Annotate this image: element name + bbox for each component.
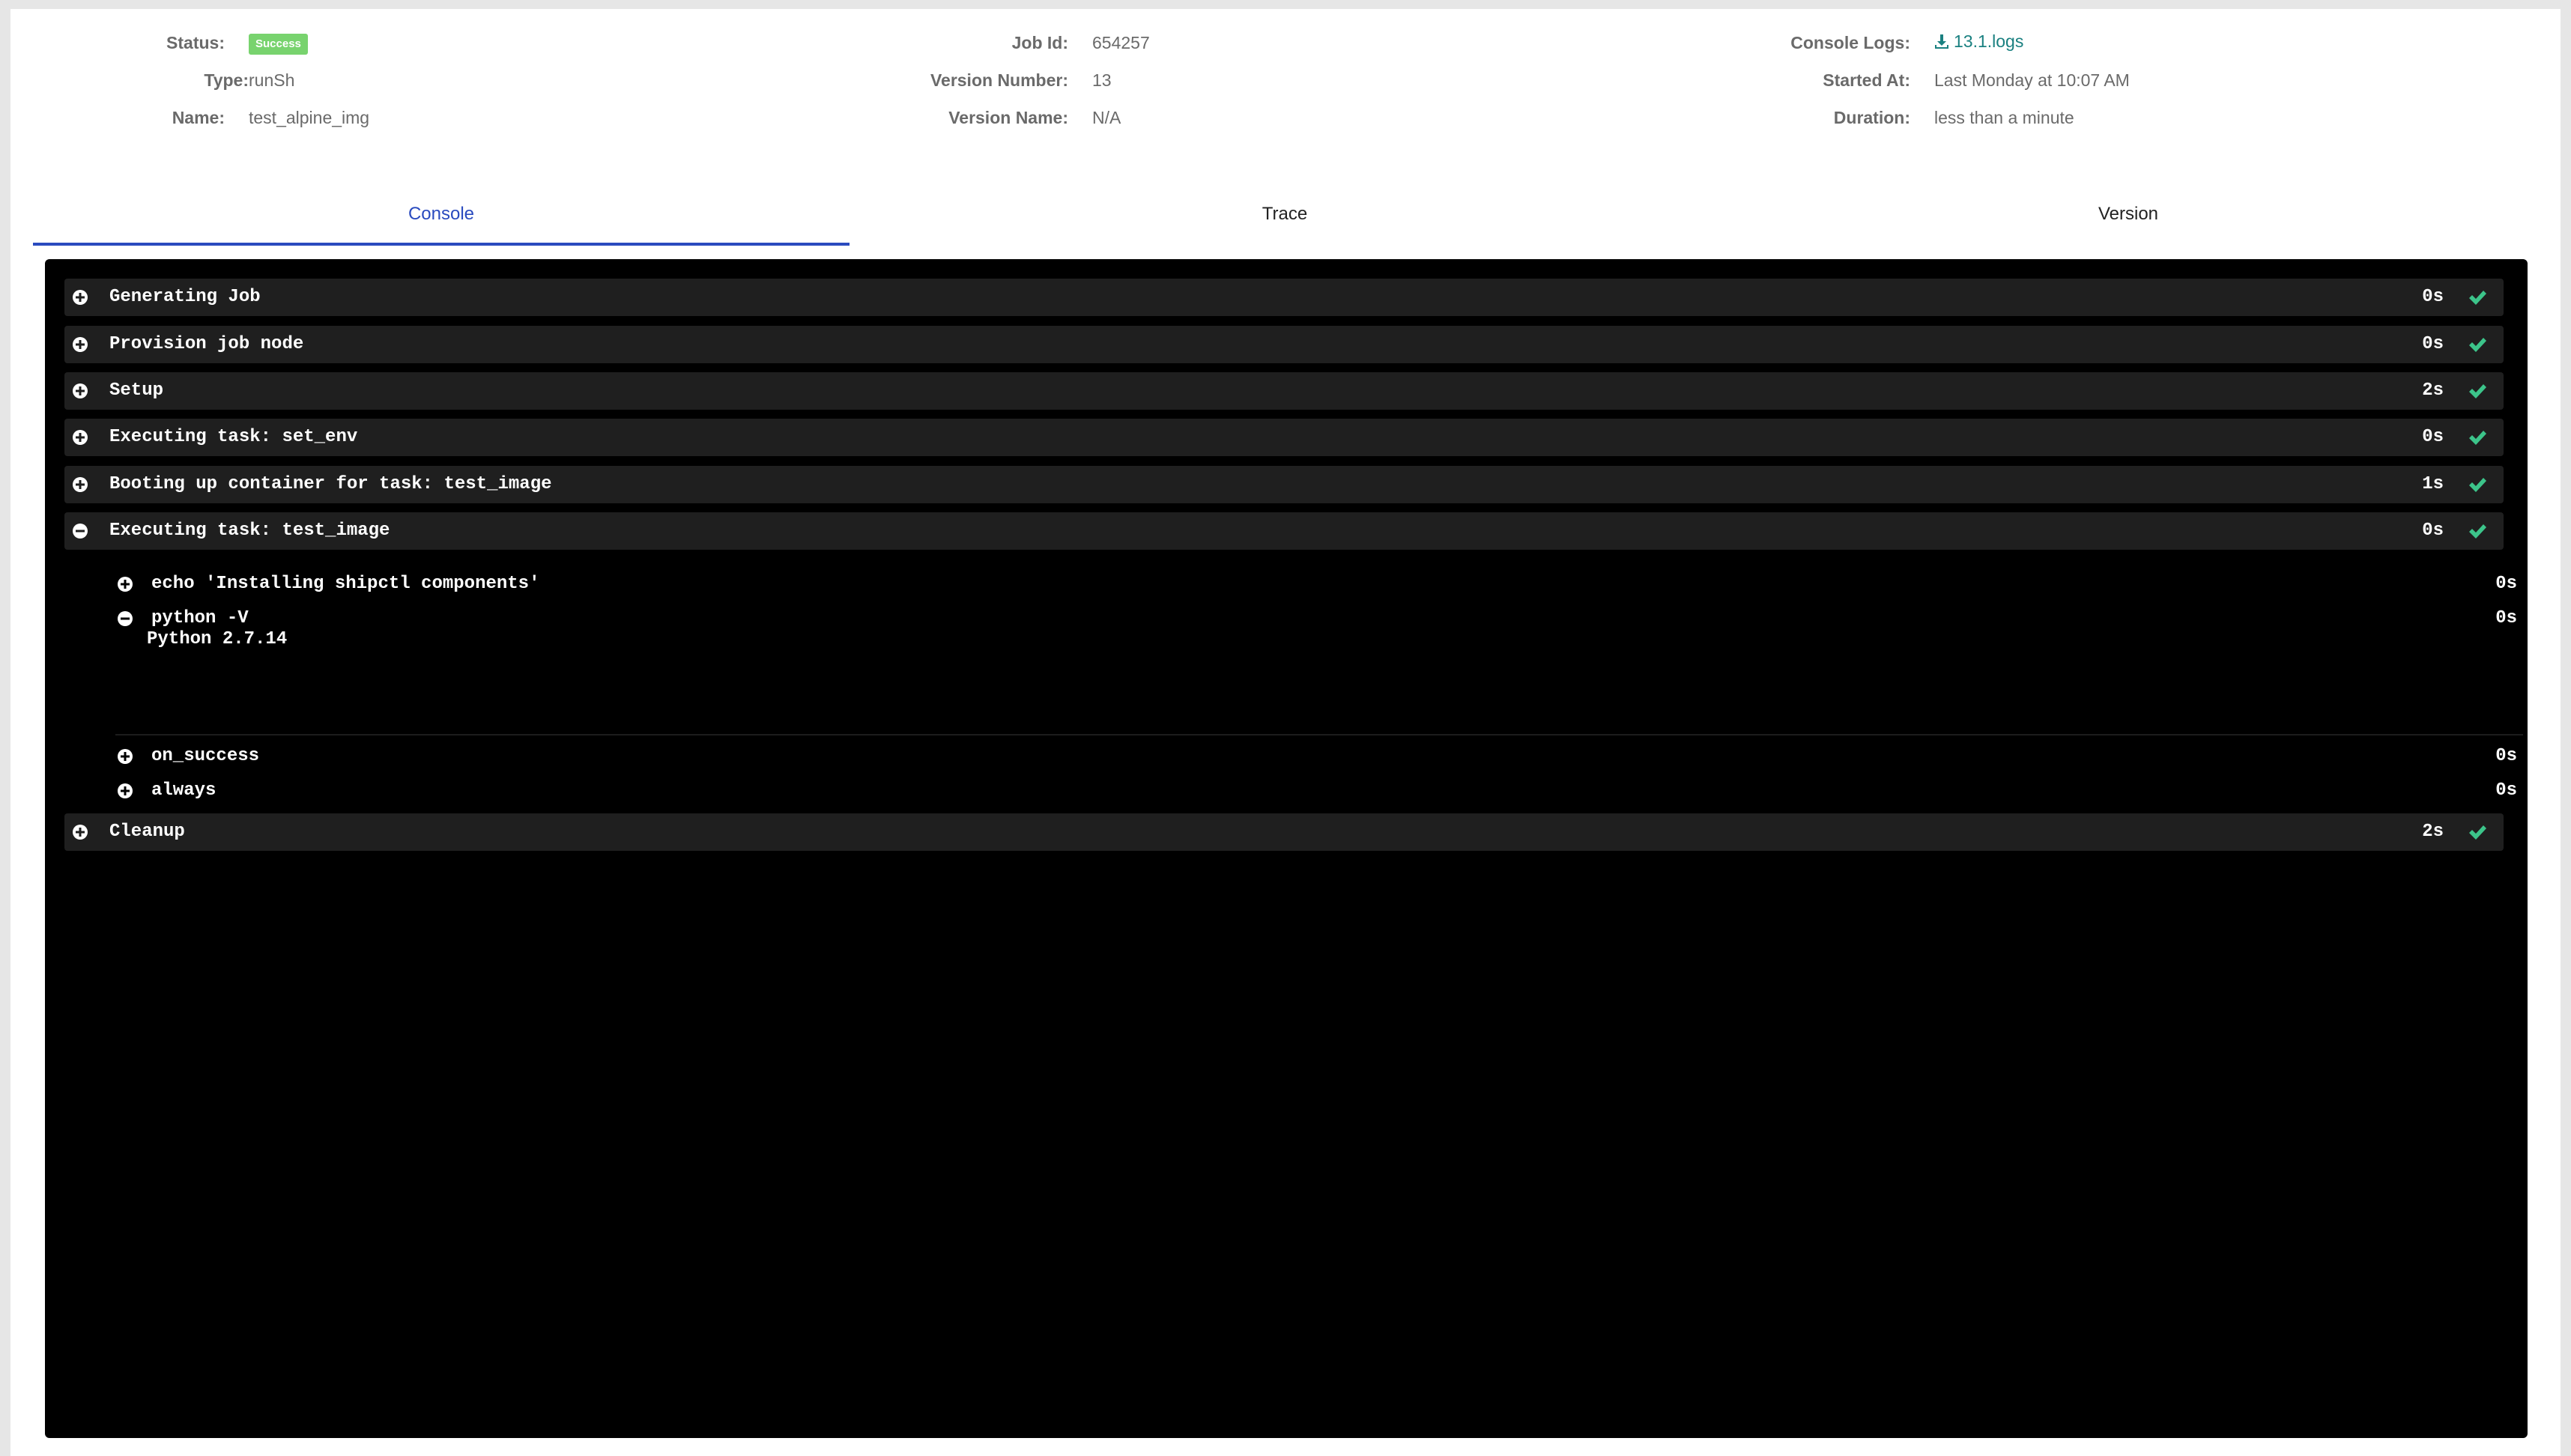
console-panel[interactable]: Generating Job 0s Provision job node 0s … xyxy=(45,259,2528,1438)
section-duration: 0s xyxy=(2422,521,2444,541)
command-duration: 0s xyxy=(2495,608,2517,628)
console-section-set-env[interactable]: Executing task: set_env 0s xyxy=(64,419,2504,456)
tab-console[interactable]: Console xyxy=(33,186,850,246)
command-output: Python 2.7.14 xyxy=(147,629,288,649)
name-label: Name: xyxy=(172,108,225,127)
download-icon xyxy=(1935,34,1948,49)
version-number-label: Version Number: xyxy=(930,70,1068,90)
console-section-booting-container[interactable]: Booting up container for task: test_imag… xyxy=(64,466,2504,503)
console-logs-filename: 13.1.logs xyxy=(1954,31,2024,51)
section-duration: 2s xyxy=(2422,380,2444,401)
command-duration: 0s xyxy=(2495,780,2517,801)
type-label: Type: xyxy=(204,70,249,90)
console-section-generating-job[interactable]: Generating Job 0s xyxy=(64,279,2504,316)
check-icon xyxy=(2469,524,2486,539)
section-title: Cleanup xyxy=(109,822,185,842)
console-logs-value: 13.1.logs xyxy=(1934,31,2023,55)
console-section-setup[interactable]: Setup 2s xyxy=(64,372,2504,410)
console-section-provision-job-node[interactable]: Provision job node 0s xyxy=(64,326,2504,363)
console-section-executing-test-image[interactable]: Executing task: test_image 0s xyxy=(64,512,2504,550)
expand-plus-icon[interactable] xyxy=(72,289,88,306)
command-title: echo 'Installing shipctl components' xyxy=(151,574,540,594)
command-on-success[interactable]: on_success 0s xyxy=(117,741,2528,771)
expand-plus-icon[interactable] xyxy=(117,576,133,592)
command-echo-installing[interactable]: echo 'Installing shipctl components' 0s xyxy=(117,569,2528,599)
output-divider xyxy=(115,734,2523,735)
type-value: runSh xyxy=(249,70,295,90)
expand-plus-icon[interactable] xyxy=(72,429,88,446)
duration-label: Duration: xyxy=(1833,108,1910,127)
section-title: Generating Job xyxy=(109,287,261,307)
status-badge: Success xyxy=(249,34,308,55)
command-duration: 0s xyxy=(2495,746,2517,766)
command-title: on_success xyxy=(151,746,260,766)
section-duration: 1s xyxy=(2422,474,2444,494)
status-label: Status: xyxy=(166,33,225,52)
version-number-value: 13 xyxy=(1092,70,1112,90)
console-logs-download-link[interactable]: 13.1.logs xyxy=(1934,31,2023,52)
check-icon xyxy=(2469,825,2486,840)
section-duration: 0s xyxy=(2422,287,2444,307)
expand-plus-icon[interactable] xyxy=(72,476,88,493)
collapse-minus-icon[interactable] xyxy=(117,610,133,627)
check-icon xyxy=(2469,478,2486,492)
section-title: Provision job node xyxy=(109,334,304,354)
expand-plus-icon[interactable] xyxy=(72,824,88,840)
expand-plus-icon[interactable] xyxy=(72,336,88,353)
duration-value: less than a minute xyxy=(1934,108,2074,127)
version-name-label: Version Name: xyxy=(948,108,1068,127)
job-details-page: Status: Success Type: runSh Name: test_a… xyxy=(10,9,2561,1456)
started-at-label: Started At: xyxy=(1823,70,1910,90)
expand-plus-icon[interactable] xyxy=(117,748,133,765)
console-section-cleanup[interactable]: Cleanup 2s xyxy=(64,813,2504,851)
tab-version[interactable]: Version xyxy=(1720,186,2537,243)
name-value: test_alpine_img xyxy=(249,108,370,127)
section-title: Executing task: set_env xyxy=(109,427,358,447)
console-logs-label: Console Logs: xyxy=(1790,33,1910,52)
version-name-value: N/A xyxy=(1092,108,1121,127)
started-at-value: Last Monday at 10:07 AM xyxy=(1934,70,2130,90)
job-id-label: Job Id: xyxy=(1011,33,1068,52)
section-duration: 0s xyxy=(2422,427,2444,447)
job-id-value: 654257 xyxy=(1092,33,1150,52)
status-value: Success xyxy=(249,31,308,55)
section-title: Booting up container for task: test_imag… xyxy=(109,474,552,494)
check-icon xyxy=(2469,291,2486,305)
section-duration: 0s xyxy=(2422,334,2444,354)
command-title: always xyxy=(151,780,216,801)
command-always[interactable]: always 0s xyxy=(117,776,2528,806)
command-python-version[interactable]: python -V 0s xyxy=(117,604,2528,634)
check-icon xyxy=(2469,338,2486,352)
check-icon xyxy=(2469,431,2486,445)
command-duration: 0s xyxy=(2495,574,2517,594)
tab-trace[interactable]: Trace xyxy=(876,186,1693,243)
collapse-minus-icon[interactable] xyxy=(72,523,88,539)
section-title: Executing task: test_image xyxy=(109,521,390,541)
tab-bar: Console Trace Version xyxy=(33,186,2535,246)
expand-plus-icon[interactable] xyxy=(117,783,133,799)
section-duration: 2s xyxy=(2422,822,2444,842)
expand-plus-icon[interactable] xyxy=(72,383,88,399)
check-icon xyxy=(2469,384,2486,398)
section-title: Setup xyxy=(109,380,164,401)
